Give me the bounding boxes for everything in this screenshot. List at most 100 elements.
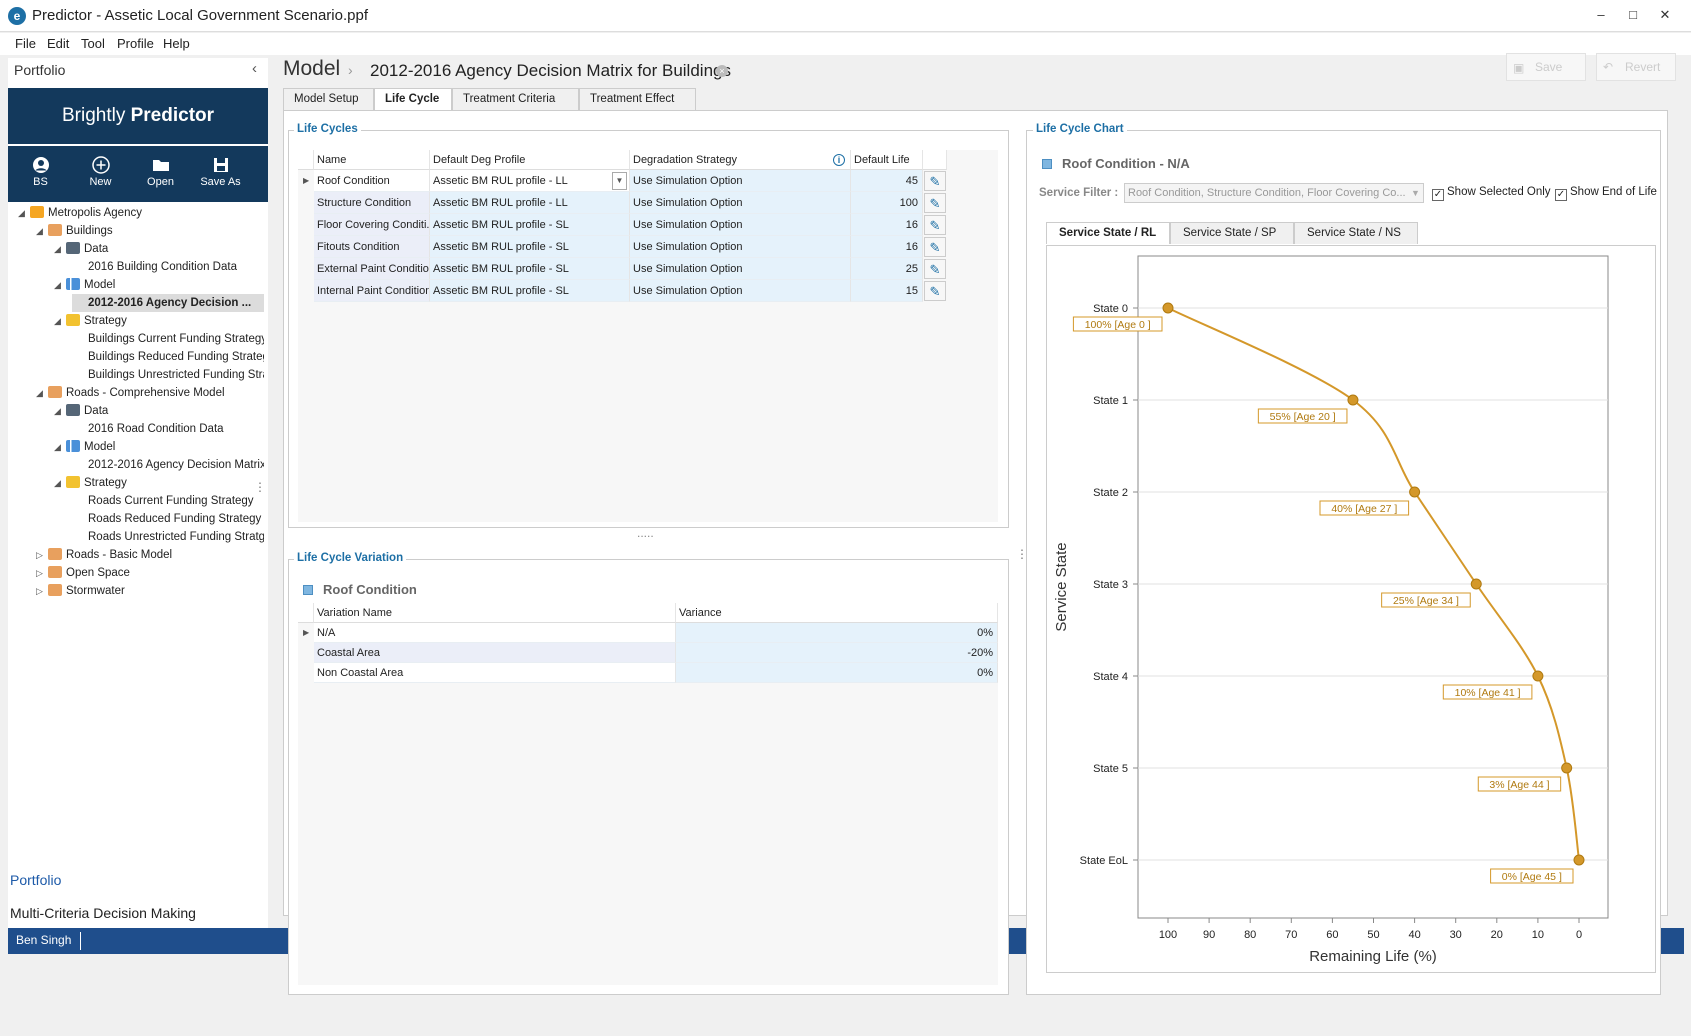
- save-as-button[interactable]: Save As: [188, 146, 253, 202]
- lc-strategy-cell[interactable]: Use Simulation Option: [630, 258, 851, 280]
- tree-roads-comprehensive[interactable]: ◢ Roads - Comprehensive Model: [36, 384, 264, 402]
- lc-strategy-cell[interactable]: Use Simulation Option: [630, 170, 851, 192]
- lc-life-cell[interactable]: 25: [851, 258, 923, 280]
- menu-help[interactable]: Help: [163, 36, 190, 51]
- tree-roads-strategy[interactable]: ◢ Strategy: [54, 474, 264, 492]
- expanded-arrow-icon[interactable]: ◢: [54, 240, 66, 258]
- lc-name-cell[interactable]: Fitouts Condition: [314, 236, 430, 258]
- variation-name-cell[interactable]: Non Coastal Area: [314, 663, 676, 683]
- column-header[interactable]: Variation Name: [314, 603, 676, 623]
- tree-roads-reduced-strategy[interactable]: Roads Reduced Funding Strategy: [72, 510, 264, 528]
- tree-buildings-strategy[interactable]: ◢ Strategy: [54, 312, 264, 330]
- lc-name-cell[interactable]: Roof Condition: [314, 170, 430, 192]
- edit-pencil-icon[interactable]: ✎: [924, 193, 946, 213]
- lc-strategy-cell[interactable]: Use Simulation Option: [630, 236, 851, 258]
- maximize-button[interactable]: □: [1618, 4, 1648, 26]
- show-selected-only-checkbox[interactable]: ✓ Show Selected Only: [1432, 186, 1551, 201]
- tree-buildings-unrestricted-strategy[interactable]: Buildings Unrestricted Funding Stra...: [72, 366, 264, 384]
- tree-building-condition-data[interactable]: 2016 Building Condition Data: [72, 258, 264, 276]
- lc-life-cell[interactable]: 100: [851, 192, 923, 214]
- tree-roads-model[interactable]: ◢ Model: [54, 438, 264, 456]
- tree-roads-decision-matrix[interactable]: 2012-2016 Agency Decision Matrix ...: [72, 456, 264, 474]
- lc-profile-cell[interactable]: Assetic BM RUL profile - LL: [430, 192, 630, 214]
- collapse-pane-icon[interactable]: ‹: [252, 60, 257, 77]
- horizontal-splitter[interactable]: .....: [637, 526, 654, 540]
- pane-splitter-handle[interactable]: ⋮: [254, 480, 266, 494]
- tree-buildings-model[interactable]: ◢ Model: [54, 276, 264, 294]
- lc-life-cell[interactable]: 15: [851, 280, 923, 302]
- tab-life-cycle[interactable]: Life Cycle: [374, 88, 452, 112]
- lc-profile-cell[interactable]: Assetic BM RUL profile - LL: [430, 170, 630, 192]
- tree-roads-current-strategy[interactable]: Roads Current Funding Strategy: [72, 492, 264, 510]
- tree-buildings-current-strategy[interactable]: Buildings Current Funding Strategy: [72, 330, 264, 348]
- minimize-button[interactable]: –: [1586, 4, 1616, 26]
- column-header[interactable]: Degradation Strategy: [630, 150, 851, 170]
- tree-buildings-reduced-strategy[interactable]: Buildings Reduced Funding Strategy: [72, 348, 264, 366]
- menu-profile[interactable]: Profile: [117, 36, 154, 51]
- lc-name-cell[interactable]: Structure Condition: [314, 192, 430, 214]
- tree-roads-basic[interactable]: ▷ Roads - Basic Model: [36, 546, 264, 564]
- menu-file[interactable]: File: [15, 36, 36, 51]
- variance-cell[interactable]: -20%: [676, 643, 998, 663]
- variance-cell[interactable]: 0%: [676, 623, 998, 643]
- lc-strategy-cell[interactable]: Use Simulation Option: [630, 214, 851, 236]
- collapsed-arrow-icon[interactable]: ▷: [36, 546, 48, 564]
- lc-life-cell[interactable]: 45: [851, 170, 923, 192]
- edit-pencil-icon[interactable]: ✎: [924, 259, 946, 279]
- expanded-arrow-icon[interactable]: ◢: [36, 384, 48, 402]
- expanded-arrow-icon[interactable]: ◢: [54, 312, 66, 330]
- expanded-arrow-icon[interactable]: ◢: [54, 438, 66, 456]
- mcdm-nav-link[interactable]: Multi-Criteria Decision Making: [10, 905, 196, 921]
- tree-buildings-decision-matrix[interactable]: 2012-2016 Agency Decision ...: [72, 294, 264, 312]
- lc-profile-cell[interactable]: Assetic BM RUL profile - SL: [430, 280, 630, 302]
- expanded-arrow-icon[interactable]: ◢: [18, 204, 30, 222]
- open-button[interactable]: Open: [128, 146, 193, 202]
- tree-metropolis-agency[interactable]: ◢ Metropolis Agency: [18, 204, 264, 222]
- close-page-icon[interactable]: ×: [716, 65, 728, 77]
- column-header[interactable]: Default Life: [851, 150, 923, 170]
- lc-life-cell[interactable]: 16: [851, 214, 923, 236]
- show-end-of-life-checkbox[interactable]: ✓ Show End of Life: [1555, 186, 1657, 201]
- variance-cell[interactable]: 0%: [676, 663, 998, 683]
- column-header[interactable]: Name: [314, 150, 430, 170]
- variation-name-cell[interactable]: N/A: [314, 623, 676, 643]
- tab-treatment-criteria[interactable]: Treatment Criteria: [452, 88, 579, 110]
- expanded-arrow-icon[interactable]: ◢: [54, 402, 66, 420]
- edit-pencil-icon[interactable]: ✎: [924, 171, 946, 191]
- tree-buildings[interactable]: ◢ Buildings: [36, 222, 264, 240]
- portfolio-nav-link[interactable]: Portfolio: [10, 872, 61, 888]
- expanded-arrow-icon[interactable]: ◢: [54, 474, 66, 492]
- menu-edit[interactable]: Edit: [47, 36, 69, 51]
- tab-treatment-effect[interactable]: Treatment Effect: [579, 88, 696, 110]
- lc-name-cell[interactable]: Internal Paint Condition: [314, 280, 430, 302]
- edit-pencil-icon[interactable]: ✎: [924, 237, 946, 257]
- filter-chevron-down-icon[interactable]: ▼: [1408, 184, 1423, 202]
- column-header[interactable]: Variance: [676, 603, 998, 623]
- tab-service-state-sp[interactable]: Service State / SP: [1170, 222, 1294, 244]
- menu-tool[interactable]: Tool: [81, 36, 105, 51]
- edit-pencil-icon[interactable]: ✎: [924, 281, 946, 301]
- expanded-arrow-icon[interactable]: ◢: [36, 222, 48, 240]
- lc-profile-cell[interactable]: Assetic BM RUL profile - SL: [430, 214, 630, 236]
- tree-open-space[interactable]: ▷ Open Space: [36, 564, 264, 582]
- collapsed-arrow-icon[interactable]: ▷: [36, 582, 48, 600]
- close-button[interactable]: ✕: [1650, 4, 1680, 26]
- bs-button[interactable]: BS: [8, 146, 73, 202]
- collapsed-arrow-icon[interactable]: ▷: [36, 564, 48, 582]
- tree-road-condition-data[interactable]: 2016 Road Condition Data: [72, 420, 264, 438]
- info-icon[interactable]: i: [833, 154, 845, 166]
- expanded-arrow-icon[interactable]: ◢: [54, 276, 66, 294]
- tab-service-state-rl[interactable]: Service State / RL: [1046, 222, 1170, 244]
- variation-name-cell[interactable]: Coastal Area: [314, 643, 676, 663]
- tree-roads-unrestricted-strategy[interactable]: Roads Unrestricted Funding Stratgy: [72, 528, 264, 546]
- lc-strategy-cell[interactable]: Use Simulation Option: [630, 280, 851, 302]
- tab-service-state-ns[interactable]: Service State / NS: [1294, 222, 1418, 244]
- tree-stormwater[interactable]: ▷ Stormwater: [36, 582, 264, 600]
- lc-name-cell[interactable]: Floor Covering Conditi...: [314, 214, 430, 236]
- edit-pencil-icon[interactable]: ✎: [924, 215, 946, 235]
- lc-profile-cell[interactable]: Assetic BM RUL profile - SL: [430, 236, 630, 258]
- tree-roads-data[interactable]: ◢ Data: [54, 402, 264, 420]
- profile-chevron-down-icon[interactable]: ▼: [612, 172, 627, 190]
- service-filter-dropdown[interactable]: Roof Condition, Structure Condition, Flo…: [1124, 183, 1424, 203]
- new-button[interactable]: New: [68, 146, 133, 202]
